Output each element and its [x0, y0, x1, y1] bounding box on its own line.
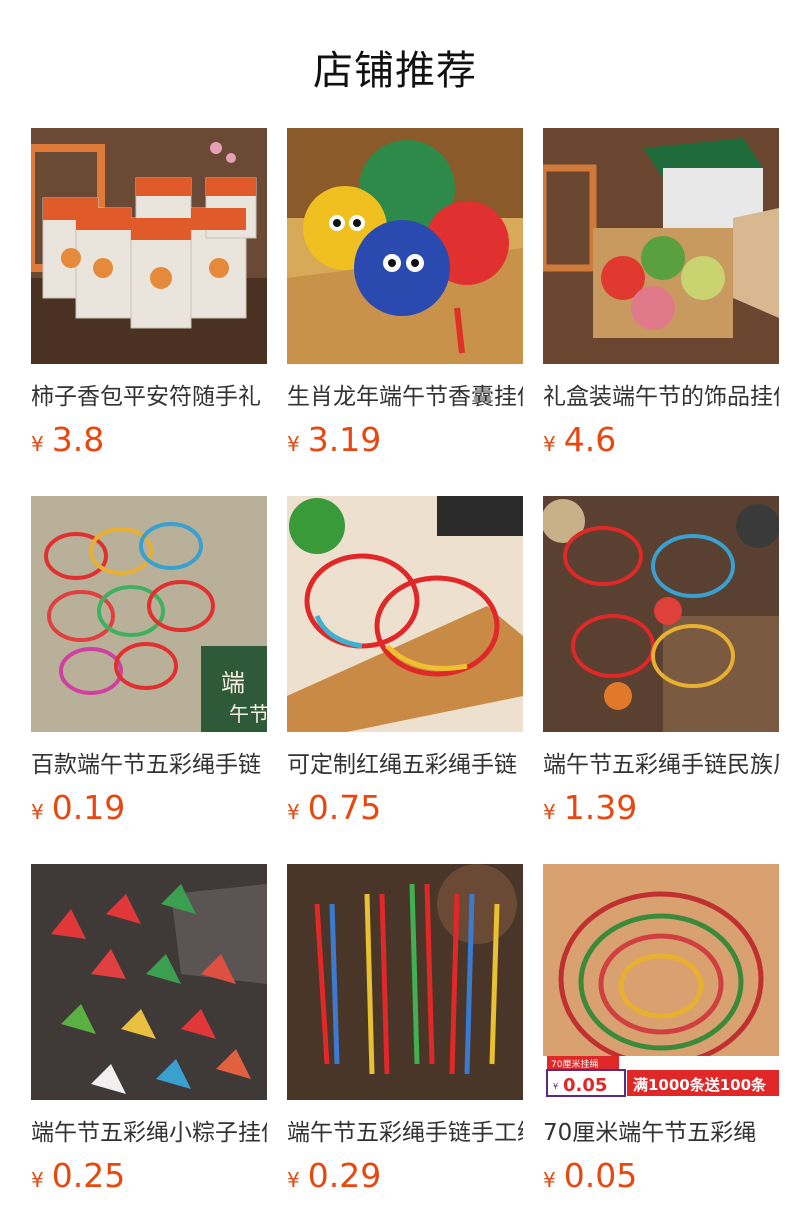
- product-card[interactable]: 柿子香包平安符随手礼 ¥3.8: [31, 128, 267, 466]
- product-card[interactable]: 端午节五彩绳手链手工编 ¥0.29: [287, 864, 523, 1202]
- price-value: 0.75: [307, 788, 382, 827]
- product-image[interactable]: 70厘米挂绳 ¥ 0.05 满1000条送100条: [543, 864, 779, 1100]
- product-image[interactable]: [287, 128, 523, 364]
- promo-text: 满1000条送100条: [633, 1076, 767, 1094]
- svg-text:端: 端: [221, 669, 245, 697]
- currency-symbol: ¥: [31, 1168, 44, 1192]
- price-value: 1.39: [563, 788, 638, 827]
- price-value: 3.8: [51, 420, 105, 459]
- price-value: 0.29: [307, 1156, 382, 1195]
- product-name[interactable]: 百款端午节五彩绳手链: [31, 750, 267, 780]
- product-price: ¥3.19: [287, 420, 523, 466]
- currency-symbol: ¥: [287, 800, 300, 824]
- product-price: ¥0.29: [287, 1156, 523, 1202]
- product-card[interactable]: 礼盒装端午节的饰品挂件 ¥4.6: [543, 128, 779, 466]
- svg-text:¥: ¥: [553, 1082, 558, 1091]
- product-name[interactable]: 端午节五彩绳手链手工编: [287, 1118, 523, 1148]
- currency-symbol: ¥: [543, 432, 556, 456]
- currency-symbol: ¥: [543, 1168, 556, 1192]
- product-image[interactable]: 端 午节: [31, 496, 267, 732]
- svg-text:午节: 午节: [229, 702, 267, 726]
- page-title: 店铺推荐: [313, 48, 477, 94]
- product-name[interactable]: 可定制红绳五彩绳手链: [287, 750, 523, 780]
- product-name[interactable]: 礼盒装端午节的饰品挂件: [543, 382, 779, 412]
- product-name[interactable]: 端午节五彩绳小粽子挂件: [31, 1118, 267, 1148]
- product-price: ¥4.6: [543, 420, 779, 466]
- product-image[interactable]: [31, 128, 267, 364]
- product-image[interactable]: [287, 496, 523, 732]
- product-image[interactable]: [543, 128, 779, 364]
- price-value: 0.19: [51, 788, 126, 827]
- product-card[interactable]: 生肖龙年端午节香囊挂件 ¥3.19: [287, 128, 523, 466]
- currency-symbol: ¥: [287, 432, 300, 456]
- product-image[interactable]: [543, 496, 779, 732]
- product-price: ¥3.8: [31, 420, 267, 466]
- product-name[interactable]: 端午节五彩绳手链民族风: [543, 750, 779, 780]
- product-price: ¥0.25: [31, 1156, 267, 1202]
- currency-symbol: ¥: [543, 800, 556, 824]
- price-value: 3.19: [307, 420, 382, 459]
- product-price: ¥1.39: [543, 788, 779, 834]
- product-card[interactable]: 70厘米挂绳 ¥ 0.05 满1000条送100条 70厘米端午节五彩绳 ¥0.…: [543, 864, 779, 1202]
- currency-symbol: ¥: [31, 800, 44, 824]
- price-value: 0.25: [51, 1156, 126, 1195]
- product-card[interactable]: 可定制红绳五彩绳手链 ¥0.75: [287, 496, 523, 834]
- product-image[interactable]: [287, 864, 523, 1100]
- promo-tag: 70厘米挂绳: [551, 1058, 598, 1070]
- product-name[interactable]: 柿子香包平安符随手礼: [31, 382, 267, 412]
- product-name[interactable]: 生肖龙年端午节香囊挂件: [287, 382, 523, 412]
- product-price: ¥0.05: [543, 1156, 779, 1202]
- product-card[interactable]: 端午节五彩绳小粽子挂件 ¥0.25: [31, 864, 267, 1202]
- product-card[interactable]: 端 午节 百款端午节五彩绳手链 ¥0.19: [31, 496, 267, 834]
- promo-price: 0.05: [563, 1075, 607, 1096]
- currency-symbol: ¥: [287, 1168, 300, 1192]
- product-image[interactable]: [31, 864, 267, 1100]
- price-value: 4.6: [563, 420, 617, 459]
- product-price: ¥0.19: [31, 788, 267, 834]
- product-card[interactable]: 端午节五彩绳手链民族风 ¥1.39: [543, 496, 779, 834]
- product-name[interactable]: 70厘米端午节五彩绳: [543, 1118, 779, 1148]
- price-value: 0.05: [563, 1156, 638, 1195]
- product-price: ¥0.75: [287, 788, 523, 834]
- currency-symbol: ¥: [31, 432, 44, 456]
